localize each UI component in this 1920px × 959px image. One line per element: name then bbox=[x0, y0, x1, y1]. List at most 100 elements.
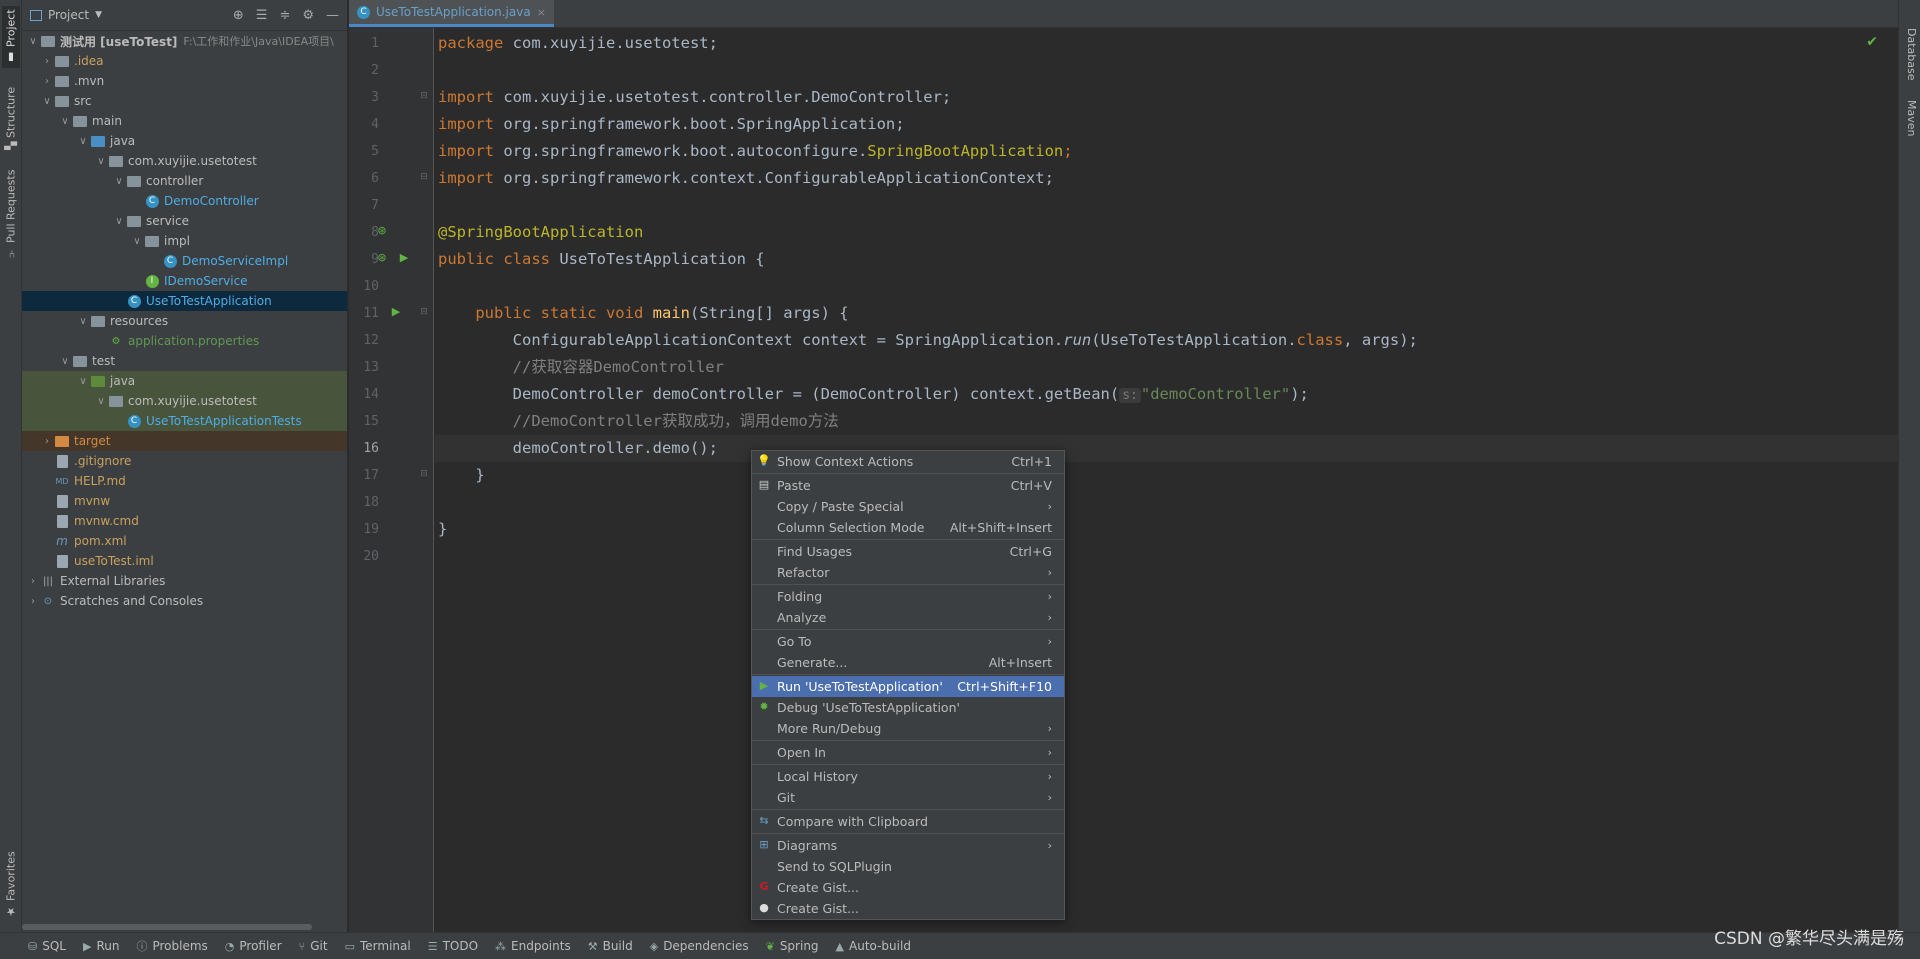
tree-item-idemoservice[interactable]: I IDemoService bbox=[22, 271, 347, 291]
menu-item-git[interactable]: Git › bbox=[752, 787, 1064, 808]
chevron-down-icon[interactable]: ∨ bbox=[76, 376, 90, 387]
editor-tab-usetotestapplication[interactable]: C UseToTestApplication.java × bbox=[349, 0, 554, 27]
menu-item-copy-paste-special[interactable]: Copy / Paste Special › bbox=[752, 496, 1064, 517]
project-scrollbar[interactable] bbox=[22, 924, 312, 930]
menu-item-folding[interactable]: Folding › bbox=[752, 586, 1064, 607]
tool-button-build[interactable]: ⚒ Build bbox=[588, 939, 633, 953]
tree-item-pom-xml[interactable]: m pom.xml bbox=[22, 531, 347, 551]
tree-item-main[interactable]: ∨ main bbox=[22, 111, 347, 131]
tree-item-mvnw[interactable]: mvnw bbox=[22, 491, 347, 511]
menu-item-generate[interactable]: Generate... Alt+Insert bbox=[752, 652, 1064, 673]
tool-button-todo[interactable]: ☰ TODO bbox=[428, 939, 478, 953]
tree-item-test[interactable]: ∨ test bbox=[22, 351, 347, 371]
chevron-down-icon[interactable]: ∨ bbox=[76, 136, 90, 147]
menu-item-analyze[interactable]: Analyze › bbox=[752, 607, 1064, 628]
project-panel-title[interactable]: Project bbox=[48, 8, 89, 22]
tree-item-test-package[interactable]: ∨ com.xuyijie.usetotest bbox=[22, 391, 347, 411]
menu-item-go-to[interactable]: Go To › bbox=[752, 631, 1064, 652]
tool-button-sql[interactable]: ⛁ SQL bbox=[28, 939, 66, 953]
tree-item-resources[interactable]: ∨ resources bbox=[22, 311, 347, 331]
close-icon[interactable]: × bbox=[537, 6, 546, 19]
tool-button-profiler[interactable]: ◔ Profiler bbox=[225, 939, 282, 953]
tool-button-git[interactable]: ⑂ Git bbox=[299, 939, 328, 953]
fold-marker-icon[interactable]: ⊟ bbox=[417, 467, 431, 481]
tree-item-usetotestapplication[interactable]: C UseToTestApplication bbox=[22, 291, 347, 311]
menu-item-create-gist-gitee[interactable]: G Create Gist... bbox=[752, 877, 1064, 898]
gear-icon[interactable]: ⚙ bbox=[302, 8, 314, 23]
tool-tab-pull-requests[interactable]: ⑂ Pull Requests bbox=[2, 170, 20, 262]
tree-item-application-properties[interactable]: ⚙ application.properties bbox=[22, 331, 347, 351]
tool-button-run[interactable]: ▶ Run bbox=[83, 939, 119, 953]
chevron-right-icon[interactable]: › bbox=[40, 56, 54, 67]
menu-item-send-to-sqlplugin[interactable]: Send to SQLPlugin bbox=[752, 856, 1064, 877]
menu-item-paste[interactable]: ▤ Paste Ctrl+V bbox=[752, 475, 1064, 496]
tree-item-package[interactable]: ∨ com.xuyijie.usetotest bbox=[22, 151, 347, 171]
chevron-down-icon[interactable]: ∨ bbox=[76, 316, 90, 327]
tree-item-impl[interactable]: ∨ impl bbox=[22, 231, 347, 251]
menu-item-debug[interactable]: ✹ Debug 'UseToTestApplication' bbox=[752, 697, 1064, 718]
tool-tab-favorites[interactable]: ★ Favorites bbox=[2, 850, 20, 922]
fold-marker-icon[interactable]: ⊟ bbox=[417, 305, 431, 319]
menu-item-more-run-debug[interactable]: More Run/Debug › bbox=[752, 718, 1064, 739]
minimize-icon[interactable]: — bbox=[326, 8, 339, 23]
tree-item-usetotestapplicationtests[interactable]: C UseToTestApplicationTests bbox=[22, 411, 347, 431]
menu-item-find-usages[interactable]: Find Usages Ctrl+G bbox=[752, 541, 1064, 562]
tool-button-dependencies[interactable]: ◈ Dependencies bbox=[650, 939, 749, 953]
tool-button-problems[interactable]: ⓘ Problems bbox=[136, 938, 207, 954]
tool-button-spring[interactable]: ❦ Spring bbox=[766, 939, 819, 953]
fold-marker-icon[interactable]: ⊟ bbox=[417, 170, 431, 184]
menu-item-diagrams[interactable]: ⊞ Diagrams › bbox=[752, 835, 1064, 856]
tree-item-project-root[interactable]: ∨ 测试用 [useToTest] F:\工作和作业\Java\IDEA项目\ bbox=[22, 31, 347, 51]
tree-item-service[interactable]: ∨ service bbox=[22, 211, 347, 231]
spring-bean-icon[interactable]: ⊛ bbox=[375, 251, 389, 265]
chevron-down-icon[interactable]: ∨ bbox=[58, 116, 72, 127]
code-area[interactable]: package com.xuyijie.usetotest; import co… bbox=[435, 28, 1898, 932]
menu-item-run[interactable]: ▶ Run 'UseToTestApplication' Ctrl+Shift+F1… bbox=[752, 676, 1064, 697]
menu-item-compare-with-clipboard[interactable]: ⇆ Compare with Clipboard bbox=[752, 811, 1064, 832]
tool-tab-project[interactable]: ▮ Project bbox=[2, 6, 20, 68]
tree-item-target[interactable]: › target bbox=[22, 431, 347, 451]
chevron-down-icon[interactable]: ∨ bbox=[40, 96, 54, 107]
chevron-right-icon[interactable]: › bbox=[40, 436, 54, 447]
menu-item-create-gist-github[interactable]: ● Create Gist... bbox=[752, 898, 1064, 919]
tool-tab-structure[interactable]: ▚ Structure bbox=[2, 82, 20, 154]
spring-bean-icon[interactable]: ⊛ bbox=[375, 224, 389, 238]
menu-item-open-in[interactable]: Open In › bbox=[752, 742, 1064, 763]
tool-button-auto-build[interactable]: ▲ Auto-build bbox=[836, 939, 911, 953]
expand-all-icon[interactable]: ☰ bbox=[256, 8, 268, 23]
chevron-down-icon[interactable]: ∨ bbox=[94, 396, 108, 407]
chevron-right-icon[interactable]: › bbox=[26, 576, 40, 587]
tree-item-external-libraries[interactable]: › ||| External Libraries bbox=[22, 571, 347, 591]
chevron-down-icon[interactable]: ∨ bbox=[58, 356, 72, 367]
run-icon[interactable]: ▶ bbox=[397, 251, 411, 265]
tree-item-scratches[interactable]: › ⊙ Scratches and Consoles bbox=[22, 591, 347, 611]
tree-item-help-md[interactable]: MD HELP.md bbox=[22, 471, 347, 491]
menu-item-refactor[interactable]: Refactor › bbox=[752, 562, 1064, 583]
run-icon[interactable]: ▶ bbox=[389, 305, 403, 319]
chevron-down-icon[interactable]: ∨ bbox=[112, 176, 126, 187]
chevron-right-icon[interactable]: › bbox=[40, 76, 54, 87]
tool-tab-maven[interactable]: Maven bbox=[1902, 100, 1918, 136]
tree-item-java[interactable]: ∨ java bbox=[22, 131, 347, 151]
collapse-all-icon[interactable]: ≑ bbox=[279, 8, 290, 23]
tree-item-iml[interactable]: useToTest.iml bbox=[22, 551, 347, 571]
tree-item-mvn[interactable]: › .mvn bbox=[22, 71, 347, 91]
tree-item-test-java[interactable]: ∨ java bbox=[22, 371, 347, 391]
tree-item-idea[interactable]: › .idea bbox=[22, 51, 347, 71]
fold-marker-icon[interactable]: ⊟ bbox=[417, 89, 431, 103]
tool-tab-database[interactable]: Database bbox=[1902, 28, 1918, 81]
chevron-right-icon[interactable]: › bbox=[26, 596, 40, 607]
menu-item-column-selection-mode[interactable]: Column Selection Mode Alt+Shift+Insert bbox=[752, 517, 1064, 538]
tree-item-gitignore[interactable]: .gitignore bbox=[22, 451, 347, 471]
chevron-down-icon[interactable]: ∨ bbox=[94, 156, 108, 167]
tree-item-democontroller[interactable]: C DemoController bbox=[22, 191, 347, 211]
menu-item-local-history[interactable]: Local History › bbox=[752, 766, 1064, 787]
chevron-down-icon[interactable]: ∨ bbox=[130, 236, 144, 247]
chevron-down-icon[interactable]: ∨ bbox=[26, 36, 40, 47]
chevron-down-icon[interactable]: ▼ bbox=[95, 10, 102, 20]
tool-button-terminal[interactable]: ▭ Terminal bbox=[345, 939, 411, 953]
tree-item-demoserviceimpl[interactable]: C DemoServiceImpl bbox=[22, 251, 347, 271]
chevron-down-icon[interactable]: ∨ bbox=[112, 216, 126, 227]
tree-item-src[interactable]: ∨ src bbox=[22, 91, 347, 111]
menu-item-show-context-actions[interactable]: 💡 Show Context Actions Ctrl+1 bbox=[752, 451, 1064, 472]
